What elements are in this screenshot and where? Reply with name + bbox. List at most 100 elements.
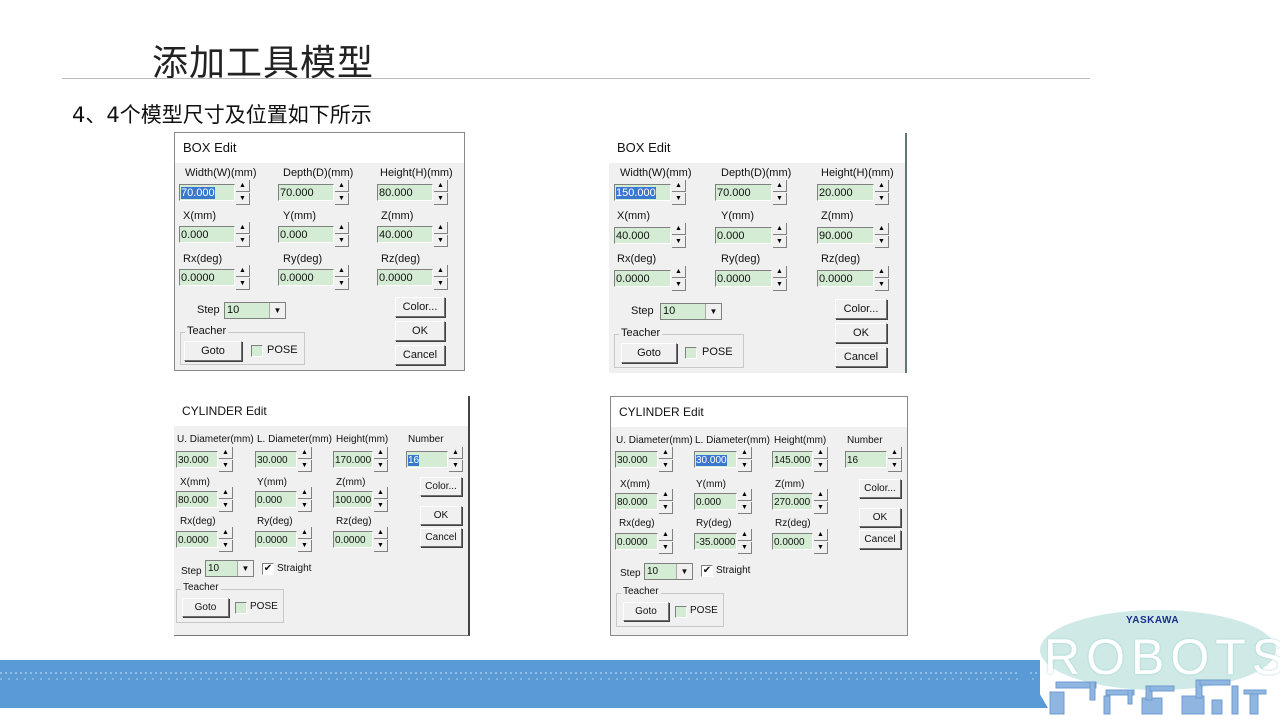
- spin-up-icon[interactable]: ▲: [219, 527, 233, 539]
- height-input[interactable]: 170.000: [333, 451, 373, 468]
- width-input[interactable]: 150.000: [614, 184, 671, 201]
- ry-input[interactable]: 0.0000: [255, 531, 297, 548]
- spin-down-icon[interactable]: ▼: [875, 236, 889, 248]
- cancel-button[interactable]: Cancel: [420, 528, 462, 547]
- x-spinner[interactable]: ▲ ▼: [672, 223, 686, 249]
- pose-checkbox[interactable]: [685, 347, 697, 359]
- l-diameter-input[interactable]: 30.000: [255, 451, 297, 468]
- spin-up-icon[interactable]: ▲: [888, 447, 902, 459]
- spin-up-icon[interactable]: ▲: [773, 223, 787, 235]
- spin-down-icon[interactable]: ▼: [659, 460, 673, 472]
- goto-button[interactable]: Goto: [621, 343, 677, 363]
- color-button[interactable]: Color...: [395, 297, 445, 317]
- spin-up-icon[interactable]: ▲: [374, 447, 388, 459]
- spin-up-icon[interactable]: ▲: [738, 447, 752, 459]
- spin-up-icon[interactable]: ▲: [659, 489, 673, 501]
- straight-checkbox[interactable]: ✔: [701, 565, 713, 577]
- spin-up-icon[interactable]: ▲: [236, 180, 250, 192]
- spin-down-icon[interactable]: ▼: [335, 193, 349, 205]
- spin-up-icon[interactable]: ▲: [374, 487, 388, 499]
- z-input[interactable]: 100.000: [333, 491, 373, 508]
- spin-up-icon[interactable]: ▲: [434, 222, 448, 234]
- spin-down-icon[interactable]: ▼: [374, 500, 388, 512]
- l-diameter-input[interactable]: 30.000: [694, 451, 737, 468]
- rz-input[interactable]: 0.0000: [772, 533, 813, 550]
- goto-button[interactable]: Goto: [182, 598, 229, 617]
- spin-down-icon[interactable]: ▼: [219, 500, 233, 512]
- rx-input[interactable]: 0.0000: [176, 531, 218, 548]
- pose-checkbox[interactable]: [251, 345, 263, 357]
- rx-input[interactable]: 0.0000: [179, 269, 235, 286]
- rx-input[interactable]: 0.0000: [615, 533, 658, 550]
- number-input[interactable]: 16: [845, 451, 887, 468]
- spin-down-icon[interactable]: ▼: [434, 235, 448, 247]
- u-diameter-spinner[interactable]: ▲ ▼: [219, 447, 233, 473]
- x-spinner[interactable]: ▲ ▼: [236, 222, 250, 248]
- spin-down-icon[interactable]: ▼: [773, 236, 787, 248]
- ok-button[interactable]: OK: [859, 508, 901, 527]
- spin-down-icon[interactable]: ▼: [298, 540, 312, 552]
- spin-down-icon[interactable]: ▼: [449, 460, 463, 472]
- height-spinner[interactable]: ▲ ▼: [374, 447, 388, 473]
- z-spinner[interactable]: ▲ ▼: [374, 487, 388, 513]
- spin-up-icon[interactable]: ▲: [773, 266, 787, 278]
- spin-down-icon[interactable]: ▼: [814, 502, 828, 514]
- y-input[interactable]: 0.000: [255, 491, 297, 508]
- spin-down-icon[interactable]: ▼: [773, 279, 787, 291]
- u-diameter-spinner[interactable]: ▲ ▼: [659, 447, 673, 473]
- ry-spinner[interactable]: ▲ ▼: [738, 529, 752, 555]
- ry-input[interactable]: 0.0000: [715, 270, 772, 287]
- spin-down-icon[interactable]: ▼: [236, 278, 250, 290]
- number-spinner[interactable]: ▲ ▼: [449, 447, 463, 473]
- step-select[interactable]: 10 ▼: [660, 303, 722, 320]
- z-spinner[interactable]: ▲ ▼: [814, 489, 828, 515]
- spin-up-icon[interactable]: ▲: [335, 222, 349, 234]
- spin-up-icon[interactable]: ▲: [875, 223, 889, 235]
- spin-down-icon[interactable]: ▼: [672, 236, 686, 248]
- spin-down-icon[interactable]: ▼: [875, 279, 889, 291]
- y-spinner[interactable]: ▲ ▼: [298, 487, 312, 513]
- step-select[interactable]: 10 ▼: [224, 302, 286, 319]
- cancel-button[interactable]: Cancel: [835, 347, 887, 367]
- spin-up-icon[interactable]: ▲: [814, 489, 828, 501]
- spin-up-icon[interactable]: ▲: [219, 447, 233, 459]
- pose-checkbox[interactable]: [675, 606, 687, 618]
- height-input[interactable]: 20.000: [817, 184, 874, 201]
- spin-down-icon[interactable]: ▼: [738, 542, 752, 554]
- spin-up-icon[interactable]: ▲: [335, 265, 349, 277]
- ry-spinner[interactable]: ▲ ▼: [298, 527, 312, 553]
- spin-down-icon[interactable]: ▼: [814, 460, 828, 472]
- spin-down-icon[interactable]: ▼: [236, 193, 250, 205]
- rz-spinner[interactable]: ▲ ▼: [814, 529, 828, 555]
- spin-up-icon[interactable]: ▲: [814, 447, 828, 459]
- color-button[interactable]: Color...: [835, 299, 887, 319]
- rx-spinner[interactable]: ▲ ▼: [219, 527, 233, 553]
- spin-down-icon[interactable]: ▼: [738, 460, 752, 472]
- y-input[interactable]: 0.000: [694, 493, 737, 510]
- spin-up-icon[interactable]: ▲: [434, 265, 448, 277]
- y-input[interactable]: 0.000: [715, 227, 772, 244]
- spin-up-icon[interactable]: ▲: [434, 180, 448, 192]
- height-spinner[interactable]: ▲ ▼: [814, 447, 828, 473]
- number-spinner[interactable]: ▲ ▼: [888, 447, 902, 473]
- z-spinner[interactable]: ▲ ▼: [434, 222, 448, 248]
- spin-down-icon[interactable]: ▼: [773, 193, 787, 205]
- spin-down-icon[interactable]: ▼: [672, 279, 686, 291]
- l-diameter-spinner[interactable]: ▲ ▼: [738, 447, 752, 473]
- spin-up-icon[interactable]: ▲: [236, 265, 250, 277]
- x-input[interactable]: 40.000: [614, 227, 671, 244]
- spin-down-icon[interactable]: ▼: [335, 278, 349, 290]
- spin-down-icon[interactable]: ▼: [434, 193, 448, 205]
- spin-down-icon[interactable]: ▼: [298, 460, 312, 472]
- height-spinner[interactable]: ▲ ▼: [875, 180, 889, 206]
- rx-spinner[interactable]: ▲ ▼: [236, 265, 250, 291]
- spin-up-icon[interactable]: ▲: [298, 487, 312, 499]
- rz-input[interactable]: 0.0000: [817, 270, 874, 287]
- ry-spinner[interactable]: ▲ ▼: [773, 266, 787, 292]
- depth-spinner[interactable]: ▲ ▼: [335, 180, 349, 206]
- x-input[interactable]: 80.000: [176, 491, 218, 508]
- color-button[interactable]: Color...: [420, 477, 462, 496]
- ok-button[interactable]: OK: [395, 321, 445, 341]
- spin-up-icon[interactable]: ▲: [298, 527, 312, 539]
- ok-button[interactable]: OK: [835, 323, 887, 343]
